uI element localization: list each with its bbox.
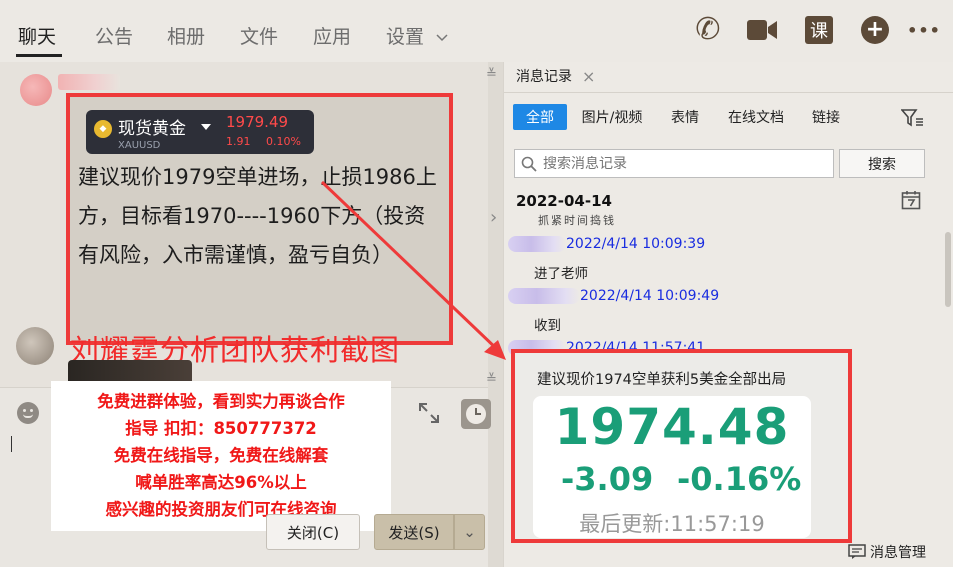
collapse-glyph: ≚ <box>486 67 497 82</box>
close-button[interactable]: 关闭(C) <box>266 514 360 550</box>
promo-line-3: 免费在线指导，免费在线解套 <box>113 446 329 465</box>
filter-images-videos[interactable]: 图片/视频 <box>576 104 648 130</box>
search-box[interactable] <box>514 149 834 178</box>
tab-settings[interactable]: 设置 <box>386 22 448 49</box>
top-bar: 聊天 公告 相册 文件 应用 设置 ✆ 课 + ••• <box>0 0 953 62</box>
tab-settings-label: 设置 <box>386 26 425 48</box>
second-sender-avatar[interactable] <box>16 327 54 365</box>
handwritten-note: 抓紧时间捣钱 <box>538 214 616 227</box>
promo-overlay: 免费进群体验，看到实力再谈合作 指导 扣扣：850777372 免费在线指导，免… <box>51 381 391 531</box>
more-options-icon[interactable]: ••• <box>907 14 941 46</box>
tab-message-history[interactable]: 消息记录 × <box>516 66 595 86</box>
search-button[interactable]: 搜索 <box>839 149 925 178</box>
coin-icon: ◆ <box>94 120 112 138</box>
video-call-icon[interactable] <box>746 14 778 46</box>
panel-tab-label: 消息记录 <box>516 69 572 85</box>
history-clock-icon[interactable] <box>461 399 491 429</box>
search-button-label: 搜索 <box>868 156 896 173</box>
price-value: 1974.48 <box>554 398 790 456</box>
search-input[interactable] <box>543 155 823 172</box>
quote-change-pct: 0.10% <box>266 135 301 148</box>
profit-message-text: 建议现价1974空单获利5美金全部出局 <box>537 372 787 388</box>
fullscreen-icon[interactable] <box>418 402 440 424</box>
quote-name: 现货黄金 <box>118 119 186 139</box>
chat-area: ◆ 现货黄金 XAUUSD 1979.49 1.91 0.10% 建议现价197… <box>0 62 503 567</box>
send-button[interactable]: 发送(S) <box>374 514 454 550</box>
message-manager-label: 消息管理 <box>870 545 926 561</box>
tab-divider <box>504 92 953 93</box>
promo-line-1: 免费进群体验，看到实力再谈合作 <box>97 392 345 411</box>
dropdown-triangle-icon <box>201 124 211 130</box>
side-arrow-glyph[interactable]: › <box>490 207 497 228</box>
price-change-pct: -0.16% <box>677 460 802 498</box>
phone-call-icon[interactable]: ✆ <box>692 14 724 46</box>
message-content: 进了老师 <box>534 266 588 282</box>
coin-glyph: ◆ <box>99 123 107 134</box>
tab-apps[interactable]: 应用 <box>313 22 351 49</box>
filter-funnel-icon[interactable] <box>901 108 925 128</box>
filter-stickers[interactable]: 表情 <box>664 104 706 130</box>
message-history-panel: 消息记录 × 全部 图片/视频 表情 在线文档 链接 搜索 2022-04-14… <box>503 62 953 567</box>
send-button-label: 发送(S) <box>388 523 440 542</box>
filter-links[interactable]: 链接 <box>805 104 847 130</box>
expand-glyph: ≚ <box>486 372 497 387</box>
search-icon <box>521 156 537 172</box>
expand-down-icon[interactable]: ≚ <box>486 368 497 387</box>
message-timestamp: 2022/4/14 10:09:49 <box>580 288 720 304</box>
gold-price-card[interactable]: 1974.48 -3.09 -0.16% 最后更新:11:57:19 <box>533 396 811 538</box>
collapse-up-icon[interactable]: ≚ <box>486 63 497 82</box>
filter-online-docs[interactable]: 在线文档 <box>721 104 791 130</box>
tab-files[interactable]: 文件 <box>240 22 278 49</box>
message-manager-icon <box>848 544 866 559</box>
sender-avatar[interactable] <box>20 74 52 106</box>
chat-scroll-edge: › <box>488 62 503 567</box>
last-updated: 最后更新:11:57:19 <box>579 512 765 536</box>
more-glyph: ••• <box>907 20 941 40</box>
tab-chat[interactable]: 聊天 <box>18 22 56 49</box>
phone-call-glyph: ✆ <box>695 12 721 47</box>
sender-name-blurred <box>508 236 566 252</box>
emoji-icon[interactable] <box>17 402 39 424</box>
send-options-dropdown[interactable]: ⌄ <box>454 514 485 550</box>
quote-price: 1979.49 <box>226 113 289 131</box>
calendar-icon[interactable] <box>901 190 921 210</box>
message-text: 建议现价1979空单进场，止损1986上方，目标看1970----1960下方（… <box>78 165 437 267</box>
course-icon-label: 课 <box>810 21 828 42</box>
course-icon[interactable]: 课 <box>803 14 835 46</box>
text-cursor <box>11 436 12 452</box>
scrollbar-thumb[interactable] <box>945 232 951 307</box>
message-manager-button[interactable]: 消息管理 <box>848 542 926 562</box>
quote-change: 1.91 <box>226 135 251 148</box>
quote-code: XAUUSD <box>118 140 161 151</box>
sender-name-blurred <box>58 74 120 90</box>
tab-album[interactable]: 相册 <box>167 22 205 49</box>
filter-all[interactable]: 全部 <box>513 104 567 130</box>
message-content: 收到 <box>534 318 561 334</box>
dropdown-glyph: ⌄ <box>463 523 476 541</box>
tab-announcement[interactable]: 公告 <box>95 22 133 49</box>
date-header: 2022-04-14 <box>516 192 612 210</box>
add-circle-icon[interactable]: + <box>859 14 891 46</box>
promo-line-4: 喊单胜率高达96%以上 <box>135 473 307 492</box>
price-change: -3.09 <box>561 460 654 498</box>
plus-glyph: + <box>865 17 885 42</box>
chevron-down-icon <box>436 33 448 41</box>
close-tab-icon[interactable]: × <box>582 67 595 86</box>
message-timestamp: 2022/4/14 10:09:39 <box>566 236 706 252</box>
gold-quote-card[interactable]: ◆ 现货黄金 XAUUSD 1979.49 1.91 0.10% <box>86 110 314 154</box>
sender-name-blurred <box>508 288 580 304</box>
message-bubble[interactable]: ◆ 现货黄金 XAUUSD 1979.49 1.91 0.10% 建议现价197… <box>66 93 453 345</box>
close-button-label: 关闭(C) <box>286 523 340 542</box>
active-tab-indicator <box>16 54 62 57</box>
promo-line-2: 指导 扣扣：850777372 <box>125 419 317 438</box>
